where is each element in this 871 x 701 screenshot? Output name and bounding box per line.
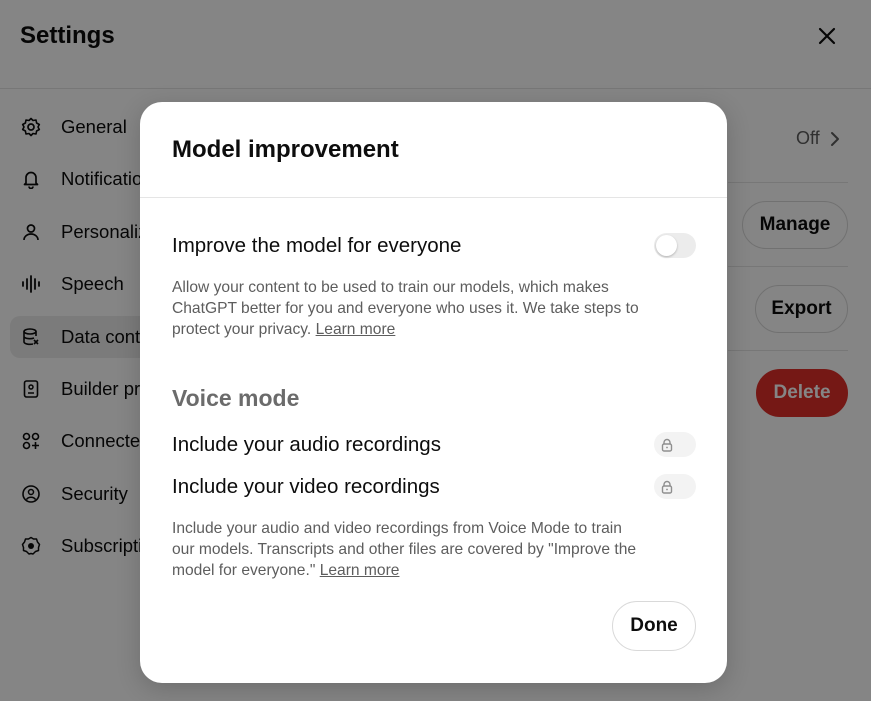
toggle-knob xyxy=(656,235,677,256)
improve-description-text: Allow your content to be used to train o… xyxy=(172,279,639,338)
video-recordings-toggle[interactable] xyxy=(654,474,696,499)
voice-mode-description: Include your audio and video recordings … xyxy=(172,518,642,581)
improve-learn-more-link[interactable]: Learn more xyxy=(316,321,396,338)
model-improvement-dialog: Model improvement Improve the model for … xyxy=(140,102,727,683)
video-recordings-label: Include your video recordings xyxy=(172,475,440,498)
voice-learn-more-link[interactable]: Learn more xyxy=(320,562,400,579)
dialog-header: Model improvement xyxy=(140,102,727,198)
improve-model-description: Allow your content to be used to train o… xyxy=(172,277,642,340)
audio-recordings-label: Include your audio recordings xyxy=(172,433,441,456)
audio-recordings-toggle[interactable] xyxy=(654,432,696,457)
dialog-title: Model improvement xyxy=(172,136,399,163)
voice-description-text: Include your audio and video recordings … xyxy=(172,520,637,579)
improve-model-label: Improve the model for everyone xyxy=(172,234,462,257)
voice-mode-title: Voice mode xyxy=(172,385,300,411)
lock-icon xyxy=(657,477,676,496)
done-button[interactable]: Done xyxy=(612,601,696,651)
lock-icon xyxy=(657,435,676,454)
improve-model-toggle[interactable] xyxy=(654,233,696,258)
